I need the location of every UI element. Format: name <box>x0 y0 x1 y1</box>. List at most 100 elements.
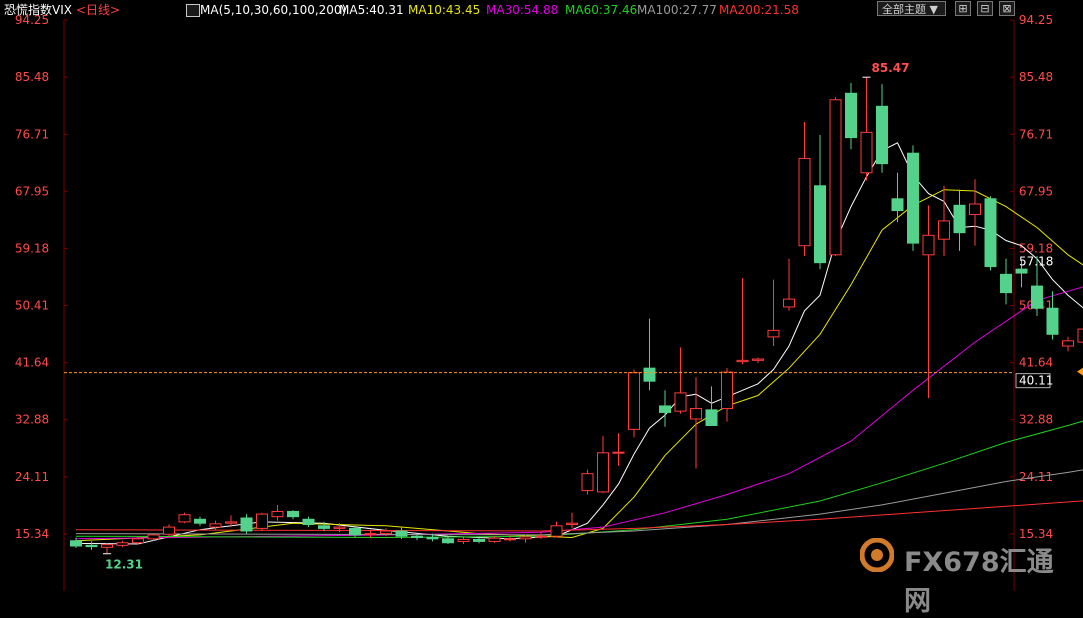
y-tick-right: 59.18 <box>1019 241 1053 255</box>
candle-body <box>85 544 98 548</box>
candle-body <box>721 371 733 410</box>
y-tick-right: 76.71 <box>1019 127 1053 141</box>
candle-body <box>70 540 82 547</box>
candle <box>256 512 268 532</box>
low-annotation: 12.31 <box>105 558 143 572</box>
candle <box>271 504 284 521</box>
candlestick-chart[interactable]: 94.25 85.48 76.71 67.95 59.18 50.41 41.64 32.88… <box>0 0 1083 591</box>
candle-body <box>318 525 330 529</box>
y-tick-right: 85.48 <box>1019 70 1053 84</box>
candle <box>628 369 640 438</box>
candle-body <box>628 372 640 430</box>
candle-body <box>1000 273 1012 294</box>
candle-body <box>922 234 935 256</box>
ma30-value-label: 57.18 <box>1019 254 1053 268</box>
candle-body <box>473 538 485 542</box>
candle <box>659 390 671 427</box>
candle-body <box>814 185 826 264</box>
y-tick-left: 32.88 <box>15 413 49 427</box>
candle-body <box>643 367 656 382</box>
watermark: FX678汇通网 <box>860 538 1070 617</box>
candle-body <box>240 517 253 532</box>
y-tick-left: 76.71 <box>15 127 49 141</box>
ma200-line <box>75 500 1083 532</box>
candle-body <box>938 220 950 240</box>
candle <box>860 77 873 181</box>
candle-body <box>1062 340 1074 347</box>
ma30-line <box>75 286 1083 540</box>
candle <box>752 357 764 363</box>
candle <box>101 543 113 554</box>
y-tick-left: 50.41 <box>15 299 49 313</box>
candle-body <box>984 198 997 268</box>
fx678-logo-icon <box>860 538 894 572</box>
candle <box>302 516 315 528</box>
candle <box>1077 328 1083 343</box>
candle <box>798 121 811 257</box>
candle-body <box>566 522 578 525</box>
candle <box>705 386 718 426</box>
candle-body <box>581 473 594 492</box>
candle-body <box>829 99 842 256</box>
y-tick-left: 67.95 <box>15 184 49 198</box>
candle <box>1062 336 1074 352</box>
candle <box>814 134 826 270</box>
y-tick-left: 15.34 <box>15 527 49 541</box>
candle-body <box>876 105 888 165</box>
candle-body <box>178 514 191 523</box>
candle <box>829 97 842 257</box>
candle <box>643 318 656 391</box>
candle <box>287 510 299 520</box>
candle <box>953 189 966 251</box>
candle <box>457 537 470 545</box>
candle-body <box>783 298 795 308</box>
candle-body <box>659 405 671 413</box>
candle <box>721 368 733 422</box>
y-tick-left: 24.11 <box>15 470 49 484</box>
candle-body <box>907 152 919 244</box>
candle-body <box>271 510 284 518</box>
candle-body <box>705 409 718 426</box>
candle-body <box>535 535 547 538</box>
candle-body <box>364 533 377 536</box>
candle-body <box>147 534 160 540</box>
candle-body <box>225 521 237 524</box>
candle-body <box>457 538 470 542</box>
candle-body <box>891 198 904 212</box>
candle-body <box>132 538 144 544</box>
candle <box>938 185 950 257</box>
candle <box>969 179 981 246</box>
candle-body <box>674 392 687 412</box>
candle <box>1000 258 1012 305</box>
candle-body <box>287 510 299 518</box>
candle-body <box>550 525 563 537</box>
candle <box>85 541 98 550</box>
candle-body <box>116 542 129 546</box>
candle <box>240 514 253 534</box>
candle-body <box>504 538 516 541</box>
candle-body <box>798 157 811 247</box>
candle <box>178 512 191 524</box>
candle-body <box>1031 285 1043 309</box>
candle-body <box>519 536 532 540</box>
candle-body <box>349 527 361 536</box>
y-tick-right: 41.64 <box>1019 356 1053 370</box>
candle <box>550 521 563 538</box>
candle-body <box>426 537 439 540</box>
candle-body <box>690 408 702 420</box>
candle <box>907 145 919 251</box>
candle <box>612 433 625 466</box>
candle <box>163 524 175 537</box>
candle-body <box>411 535 423 539</box>
candle-body <box>302 518 315 525</box>
candle <box>767 279 780 347</box>
y-tick-left: 59.18 <box>15 241 49 255</box>
watermark-text: FX678汇通网 <box>904 547 1054 617</box>
current-price-label: 40.11 <box>1019 374 1053 388</box>
candle-body <box>860 131 873 174</box>
ma5-line <box>75 142 1083 545</box>
y-tick-left: 41.64 <box>15 356 49 370</box>
candle-body <box>395 530 408 537</box>
y-tick-right: 94.25 <box>1019 13 1053 27</box>
candle <box>984 196 997 271</box>
